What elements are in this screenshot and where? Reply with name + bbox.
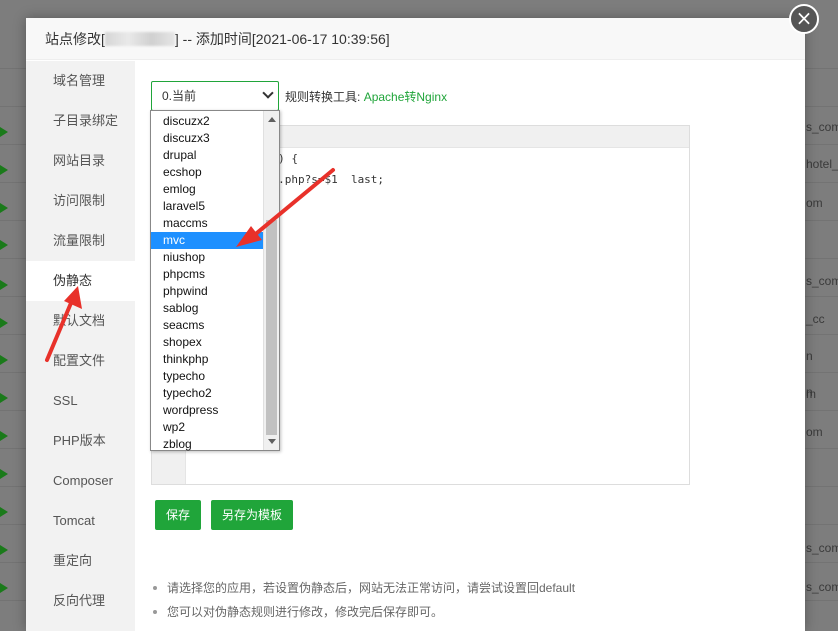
dropdown-option[interactable]: thinkphp (151, 351, 263, 368)
play-icon (0, 393, 8, 403)
dropdown-option[interactable]: discuzx3 (151, 130, 263, 147)
sidebar-item[interactable]: 反向代理 (26, 581, 135, 621)
dropdown-option[interactable]: drupal (151, 147, 263, 164)
chevron-down-icon (262, 87, 274, 99)
dropdown-option[interactable]: niushop (151, 249, 263, 266)
rewrite-template-dropdown: discuzx2 discuzx3 drupal ecshop emlog laravel… (150, 110, 280, 451)
background-text-fragment: _cc (806, 312, 825, 326)
play-icon (0, 355, 8, 365)
help-notes: 请选择您的应用，若设置伪静态后，网站无法正常访问，请尝试设置回default 您… (151, 576, 575, 624)
sidebar-item[interactable]: 流量限制 (26, 221, 135, 261)
dropdown-option[interactable]: shopex (151, 334, 263, 351)
site-edit-modal: 站点修改[ ] -- 添加时间[2021-06-17 10:39:56] 域名管理… (26, 18, 805, 631)
sidebar-item[interactable]: SSL (26, 381, 135, 421)
dropdown-option[interactable]: wp2 (151, 419, 263, 436)
modal-title-suffix: ] -- 添加时间[2021-06-17 10:39:56] (174, 31, 390, 47)
dropdown-option[interactable]: emlog (151, 181, 263, 198)
play-icon (0, 240, 8, 250)
dropdown-option[interactable]: typecho (151, 368, 263, 385)
save-as-template-button[interactable]: 另存为模板 (211, 500, 293, 530)
scroll-up-icon[interactable] (268, 117, 276, 122)
play-icon (0, 469, 8, 479)
select-value: 0.当前 (162, 89, 197, 103)
rule-convert-tool: 规则转换工具: Apache转Nginx (285, 88, 447, 105)
play-icon (0, 545, 8, 555)
dropdown-option[interactable]: laravel5 (151, 198, 263, 215)
play-icon (0, 318, 8, 328)
dropdown-option[interactable]: seacms (151, 317, 263, 334)
sidebar-item[interactable]: 伪静态 (26, 261, 135, 301)
play-icon (0, 431, 8, 441)
play-icon (0, 583, 8, 593)
sidebar-item[interactable]: 默认文档 (26, 301, 135, 341)
play-icon (0, 507, 8, 517)
background-text-fragment: om (806, 425, 823, 439)
dropdown-option[interactable]: phpcms (151, 266, 263, 283)
play-icon (0, 203, 8, 213)
background-text-fragment: s_com (806, 274, 838, 288)
sidebar-item[interactable]: Tomcat (26, 501, 135, 541)
background-text-fragment: s_com (806, 120, 838, 134)
apache-to-nginx-link[interactable]: Apache转Nginx (364, 90, 447, 104)
scroll-down-icon[interactable] (268, 439, 276, 444)
scrollbar-thumb[interactable] (266, 220, 277, 435)
note-item: 请选择您的应用，若设置伪静态后，网站无法正常访问，请尝试设置回default (151, 576, 575, 600)
background-text-fragment: n (806, 349, 813, 363)
dropdown-scrollbar[interactable] (263, 111, 279, 450)
dropdown-option[interactable]: sablog (151, 300, 263, 317)
sidebar-item[interactable]: 访问限制 (26, 181, 135, 221)
dropdown-option[interactable]: wordpress (151, 402, 263, 419)
dropdown-option[interactable]: zblog (151, 436, 263, 453)
sidebar-item[interactable]: Composer (26, 461, 135, 501)
modal-title-prefix: 站点修改[ (45, 31, 105, 47)
dropdown-option[interactable]: maccms (151, 215, 263, 232)
dropdown-option[interactable]: mvc (151, 232, 263, 249)
rewrite-template-select[interactable]: 0.当前 (151, 81, 279, 111)
settings-sidebar: 域名管理 子目录绑定 网站目录 访问限制 流量限制 伪静态 默认文档 配置文件 SSL PHP版本… (26, 61, 135, 631)
background-text-fragment: hotel_ (806, 157, 838, 171)
sidebar-item[interactable]: 重定向 (26, 541, 135, 581)
dropdown-option[interactable]: phpwind (151, 283, 263, 300)
sidebar-item[interactable]: 域名管理 (26, 61, 135, 101)
play-icon (0, 280, 8, 290)
background-text-fragment: m (806, 387, 816, 401)
sidebar-item[interactable]: 子目录绑定 (26, 101, 135, 141)
modal-header: 站点修改[ ] -- 添加时间[2021-06-17 10:39:56] (26, 18, 805, 60)
redacted-site-name (104, 31, 175, 46)
background-text-fragment: om (806, 196, 823, 210)
background-text-fragment: s_com (806, 580, 838, 594)
close-icon[interactable]: × (789, 4, 819, 34)
save-button[interactable]: 保存 (155, 500, 201, 530)
sidebar-item[interactable]: PHP版本 (26, 421, 135, 461)
background-text-fragment: s_com (806, 541, 838, 555)
play-icon (0, 165, 8, 175)
dropdown-option[interactable]: ecshop (151, 164, 263, 181)
note-item: 您可以对伪静态规则进行修改，修改完后保存即可。 (151, 600, 575, 624)
code-line-1-tail: ) { (278, 152, 298, 165)
sidebar-item[interactable]: 网站目录 (26, 141, 135, 181)
play-icon (0, 127, 8, 137)
dropdown-option[interactable]: typecho2 (151, 385, 263, 402)
rule-tool-label: 规则转换工具: (285, 90, 361, 104)
sidebar-item[interactable]: 配置文件 (26, 341, 135, 381)
dropdown-option[interactable]: discuzx2 (151, 113, 263, 130)
